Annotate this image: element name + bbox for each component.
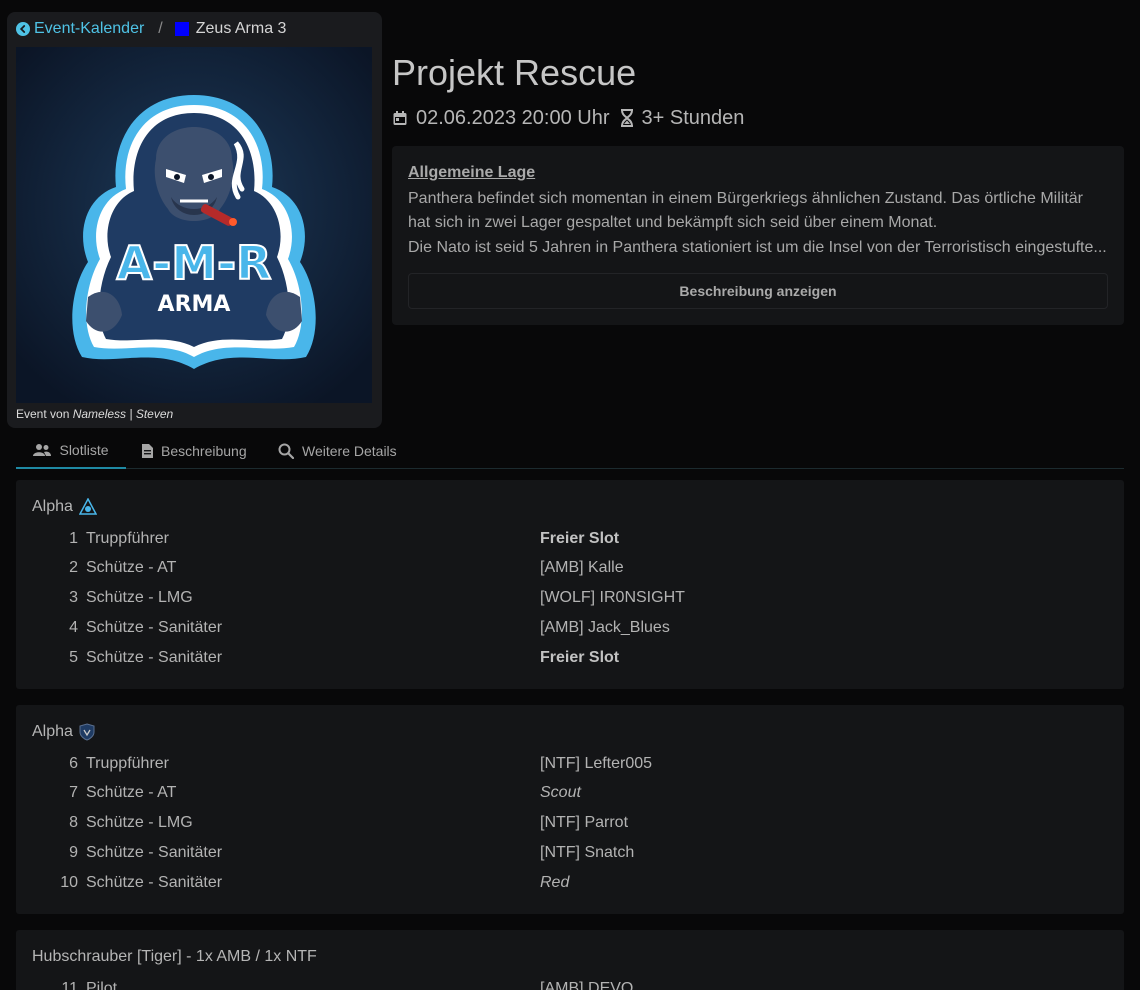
- event-author: Event von Nameless | Steven: [16, 407, 173, 421]
- tab-bar: Slotliste Beschreibung Weitere Details: [16, 432, 1124, 469]
- calendar-color-swatch: [174, 22, 189, 36]
- slot-row[interactable]: 3 Schütze - LMG [WOLF] IR0NSIGHT: [16, 583, 1124, 613]
- slot-row[interactable]: 4 Schütze - Sanitäter [AMB] Jack_Blues: [16, 613, 1124, 643]
- squad-title: Alpha: [32, 723, 95, 741]
- slot-number: 9: [69, 844, 78, 861]
- people-icon: [33, 443, 52, 457]
- ntf-shield-icon: [79, 723, 95, 741]
- description-line: Panthera befindet sich momentan in einem…: [408, 190, 1084, 207]
- chevron-left-icon: [16, 22, 30, 36]
- slot-player: [AMB] Jack_Blues: [540, 619, 670, 636]
- slot-row[interactable]: 2 Schütze - AT [AMB] Kalle: [16, 553, 1124, 583]
- slot-player: Red: [540, 874, 570, 891]
- tab-label: Weitere Details: [302, 442, 397, 459]
- squad-title: Hubschrauber [Tiger] - 1x AMB / 1x NTF: [32, 948, 317, 966]
- squad-name: Alpha: [32, 498, 73, 515]
- breadcrumb-separator: /: [158, 20, 163, 37]
- event-datetime: 02.06.2023 20:00 Uhr: [416, 106, 610, 129]
- tab-label: Beschreibung: [161, 442, 247, 459]
- event-logo: A-M-R ARMA: [16, 47, 372, 403]
- slot-number: 2: [69, 559, 78, 576]
- slot-role: Schütze - AT: [86, 784, 177, 801]
- tab-weitere-details[interactable]: Weitere Details: [278, 432, 397, 469]
- description-panel: Allgemeine Lage Panthera befindet sich m…: [392, 146, 1124, 325]
- tab-slotliste[interactable]: Slotliste: [16, 432, 126, 469]
- slot-number: 5: [69, 649, 78, 666]
- back-to-calendar-link[interactable]: Event-Kalender: [16, 20, 144, 38]
- description-heading: Allgemeine Lage: [408, 164, 536, 181]
- slot-row[interactable]: 5 Schütze - Sanitäter Freier Slot: [16, 643, 1124, 673]
- event-author-prefix: Event von: [16, 407, 73, 421]
- squad-group: Alpha 6 Truppführer [NTF] Lefter005 7 Sc…: [16, 705, 1124, 914]
- event-title: Projekt Rescue: [392, 52, 637, 93]
- slot-row[interactable]: 8 Schütze - LMG [NTF] Parrot: [16, 808, 1124, 838]
- slot-number: 7: [69, 784, 78, 801]
- hourglass-icon: [620, 109, 634, 127]
- slot-role: Schütze - LMG: [86, 589, 193, 606]
- slot-row[interactable]: 7 Schütze - AT Scout: [16, 778, 1124, 808]
- slot-player: [WOLF] IR0NSIGHT: [540, 589, 685, 606]
- event-card: Event-Kalender / Zeus Arma 3 A-M-R ARMA …: [7, 12, 382, 428]
- slot-number: 6: [69, 755, 78, 772]
- slot-player[interactable]: Freier Slot: [540, 649, 619, 667]
- squad-name: Alpha: [32, 723, 73, 740]
- slot-number: 8: [69, 814, 78, 831]
- slot-row[interactable]: 10 Schütze - Sanitäter Red: [16, 868, 1124, 898]
- amb-emblem-icon: [78, 498, 97, 516]
- show-description-button[interactable]: Beschreibung anzeigen: [408, 273, 1108, 309]
- slot-number: 11: [61, 980, 78, 990]
- slot-row[interactable]: 1 Truppführer Freier Slot: [16, 524, 1124, 554]
- breadcrumb: Event-Kalender / Zeus Arma 3: [16, 19, 286, 39]
- tab-label: Slotliste: [59, 441, 109, 458]
- slot-role: Schütze - LMG: [86, 814, 193, 831]
- calendar-icon: [392, 110, 408, 126]
- slot-player: [NTF] Snatch: [540, 844, 635, 861]
- slot-role: Schütze - Sanitäter: [86, 874, 223, 891]
- description-line: Die Nato ist seid 5 Jahren in Panthera s…: [408, 239, 1107, 256]
- slot-role: Pilot: [86, 980, 118, 990]
- slot-row[interactable]: 11 Pilot [AMB] DEVO: [16, 974, 1124, 990]
- description-line: hat sich in zwei Lager gespaltet und bek…: [408, 214, 938, 231]
- search-icon: [278, 443, 294, 459]
- slot-player[interactable]: Freier Slot: [540, 530, 619, 548]
- tab-beschreibung[interactable]: Beschreibung: [141, 432, 247, 469]
- slot-player: Scout: [540, 784, 581, 801]
- slot-role: Schütze - Sanitäter: [86, 844, 223, 861]
- slot-player: [NTF] Lefter005: [540, 755, 653, 772]
- event-author-name: Nameless | Steven: [72, 407, 174, 421]
- slot-row[interactable]: 9 Schütze - Sanitäter [NTF] Snatch: [16, 838, 1124, 868]
- squad-group: Hubschrauber [Tiger] - 1x AMB / 1x NTF 1…: [16, 930, 1124, 990]
- back-label: Event-Kalender: [34, 20, 145, 37]
- slot-role: Schütze - Sanitäter: [86, 649, 223, 666]
- squad-group: Alpha 1 Truppführer Freier Slot 2 Schütz…: [16, 480, 1124, 689]
- event-meta: 02.06.2023 20:00 Uhr 3+ Stunden: [392, 106, 744, 130]
- slot-player: [NTF] Parrot: [540, 814, 629, 831]
- slot-role: Schütze - Sanitäter: [86, 619, 223, 636]
- document-icon: [141, 443, 153, 458]
- slot-player: [AMB] Kalle: [540, 559, 624, 576]
- slot-role: Truppführer: [86, 530, 169, 547]
- calendar-name: Zeus Arma 3: [195, 20, 287, 37]
- slot-number: 3: [69, 589, 78, 606]
- svg-text:ARMA: ARMA: [158, 292, 231, 317]
- slot-row[interactable]: 6 Truppführer [NTF] Lefter005: [16, 749, 1124, 779]
- slot-role: Truppführer: [86, 755, 169, 772]
- slot-player: [AMB] DEVO: [540, 980, 634, 990]
- slot-number: 1: [69, 530, 78, 547]
- event-duration: 3+ Stunden: [641, 106, 745, 129]
- squad-title: Alpha: [32, 498, 97, 516]
- squad-name: Hubschrauber [Tiger] - 1x AMB / 1x NTF: [32, 948, 317, 965]
- slot-role: Schütze - AT: [86, 559, 177, 576]
- slot-number: 10: [60, 874, 78, 891]
- slot-number: 4: [69, 619, 78, 636]
- svg-text:A-M-R: A-M-R: [117, 236, 272, 290]
